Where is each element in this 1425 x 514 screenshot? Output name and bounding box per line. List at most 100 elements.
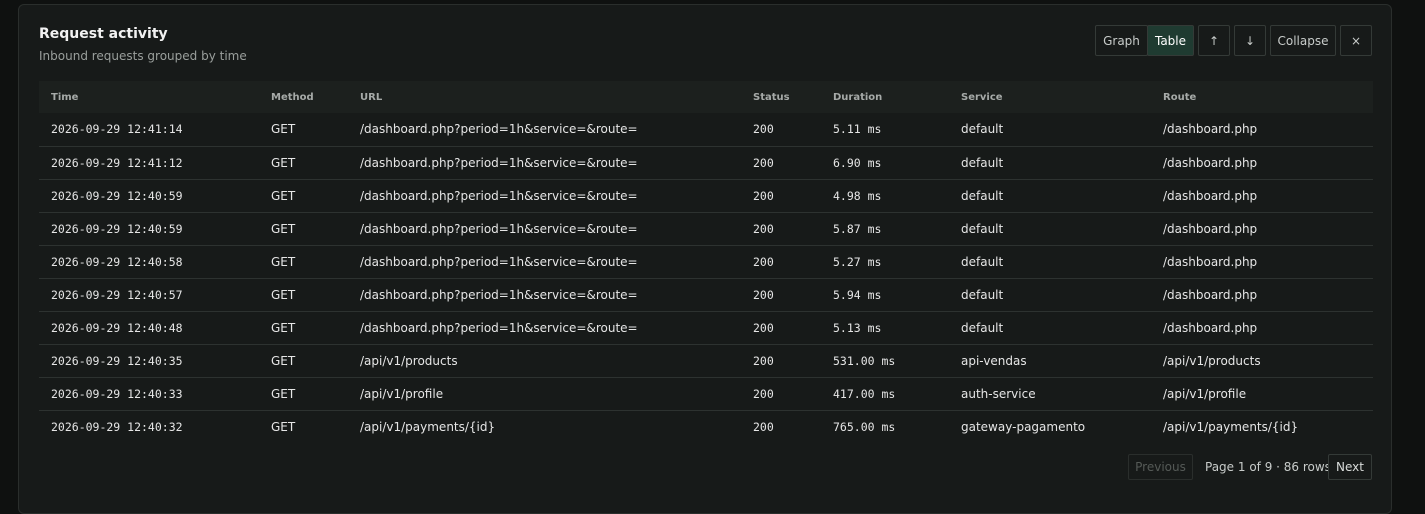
cell-time: 2026-09-29 12:40:33 — [51, 386, 183, 401]
cell-service: default — [961, 320, 1004, 335]
cell-route: /dashboard.php — [1163, 122, 1258, 137]
cell-service: api-vendas — [961, 353, 1027, 368]
cell-url: /api/v1/profile — [360, 386, 444, 401]
cell-method: GET — [271, 221, 296, 236]
next-page-button[interactable]: Next — [1328, 454, 1372, 480]
cell-time: 2026-09-29 12:40:59 — [51, 188, 183, 203]
cell-route: /dashboard.php — [1163, 155, 1258, 170]
collapse-button[interactable]: Collapse — [1270, 25, 1336, 56]
view-toolbar: Graph Table ↑ ↓ Collapse × — [1095, 25, 1372, 56]
move-up-button[interactable]: ↑ — [1198, 25, 1230, 56]
cell-method: GET — [271, 386, 296, 401]
cell-service: default — [961, 254, 1004, 269]
close-icon: × — [1350, 33, 1362, 48]
cell-duration: 6.90 ms — [833, 155, 882, 170]
cell-duration: 5.27 ms — [833, 254, 882, 269]
cell-time: 2026-09-29 12:40:35 — [51, 353, 183, 368]
cell-status: 200 — [753, 386, 774, 401]
cell-status: 200 — [753, 122, 774, 137]
cell-service: default — [961, 188, 1004, 203]
arrow-up-icon: ↑ — [1208, 33, 1220, 48]
graph-view-button[interactable]: Graph — [1095, 25, 1148, 56]
cell-url: /dashboard.php?period=1h&service=&route= — [360, 188, 638, 203]
cell-duration: 5.11 ms — [833, 122, 882, 137]
requests-table: Time Method URL Status Duration Service … — [39, 81, 1373, 443]
cell-status: 200 — [753, 287, 774, 302]
cell-duration: 5.87 ms — [833, 221, 882, 236]
arrow-down-icon: ↓ — [1244, 33, 1256, 48]
cell-service: default — [961, 122, 1004, 137]
cell-method: GET — [271, 353, 296, 368]
cell-method: GET — [271, 320, 296, 335]
cell-status: 200 — [753, 221, 774, 236]
cell-status: 200 — [753, 353, 774, 368]
table-row[interactable]: 2026-09-29 12:40:32 GET /api/v1/payments… — [39, 410, 1373, 443]
table-view-button[interactable]: Table — [1147, 25, 1194, 56]
cell-method: GET — [271, 155, 296, 170]
cell-service: default — [961, 287, 1004, 302]
previous-page-button[interactable]: Previous — [1128, 454, 1193, 480]
column-header-service[interactable]: Service — [961, 81, 1163, 113]
cell-url: /dashboard.php?period=1h&service=&route= — [360, 122, 638, 137]
cell-time: 2026-09-29 12:40:57 — [51, 287, 183, 302]
cell-route: /dashboard.php — [1163, 188, 1258, 203]
cell-time: 2026-09-29 12:41:14 — [51, 122, 183, 137]
cell-service: default — [961, 155, 1004, 170]
cell-route: /dashboard.php — [1163, 287, 1258, 302]
cell-service: auth-service — [961, 386, 1036, 401]
panel-subtitle: Inbound requests grouped by time — [39, 49, 247, 63]
cell-method: GET — [271, 254, 296, 269]
cell-url: /dashboard.php?period=1h&service=&route= — [360, 254, 638, 269]
table-row[interactable]: 2026-09-29 12:40:48 GET /dashboard.php?p… — [39, 311, 1373, 344]
cell-method: GET — [271, 419, 296, 434]
column-header-time[interactable]: Time — [39, 81, 271, 113]
requests-table-container: Time Method URL Status Duration Service … — [39, 81, 1373, 443]
cell-duration: 417.00 ms — [833, 386, 896, 401]
cell-url: /api/v1/products — [360, 353, 458, 368]
cell-service: gateway-pagamento — [961, 419, 1086, 434]
table-row[interactable]: 2026-09-29 12:40:59 GET /dashboard.php?p… — [39, 179, 1373, 212]
cell-status: 200 — [753, 155, 774, 170]
cell-method: GET — [271, 287, 296, 302]
request-activity-panel: Request activity Inbound requests groupe… — [18, 4, 1392, 514]
cell-duration: 531.00 ms — [833, 353, 896, 368]
cell-route: /dashboard.php — [1163, 320, 1258, 335]
column-header-route[interactable]: Route — [1163, 81, 1373, 113]
cell-time: 2026-09-29 12:41:12 — [51, 155, 183, 170]
cell-duration: 765.00 ms — [833, 419, 896, 434]
cell-status: 200 — [753, 254, 774, 269]
cell-route: /api/v1/products — [1163, 353, 1261, 368]
column-header-method[interactable]: Method — [271, 81, 360, 113]
table-row[interactable]: 2026-09-29 12:40:57 GET /dashboard.php?p… — [39, 278, 1373, 311]
pagination: Previous Page 1 of 9 · 86 rows Next — [1128, 454, 1372, 480]
table-row[interactable]: 2026-09-29 12:40:33 GET /api/v1/profile … — [39, 377, 1373, 410]
cell-url: /api/v1/payments/{id} — [360, 419, 496, 434]
move-down-button[interactable]: ↓ — [1234, 25, 1266, 56]
cell-url: /dashboard.php?period=1h&service=&route= — [360, 155, 638, 170]
panel-title: Request activity — [39, 26, 168, 42]
cell-duration: 4.98 ms — [833, 188, 882, 203]
cell-time: 2026-09-29 12:40:32 — [51, 419, 183, 434]
close-button[interactable]: × — [1340, 25, 1372, 56]
table-row[interactable]: 2026-09-29 12:40:35 GET /api/v1/products… — [39, 344, 1373, 377]
cell-status: 200 — [753, 419, 774, 434]
cell-url: /dashboard.php?period=1h&service=&route= — [360, 221, 638, 236]
column-header-status[interactable]: Status — [753, 81, 833, 113]
table-row[interactable]: 2026-09-29 12:41:14 GET /dashboard.php?p… — [39, 113, 1373, 146]
cell-url: /dashboard.php?period=1h&service=&route= — [360, 287, 638, 302]
cell-status: 200 — [753, 320, 774, 335]
cell-url: /dashboard.php?period=1h&service=&route= — [360, 320, 638, 335]
table-row[interactable]: 2026-09-29 12:40:59 GET /dashboard.php?p… — [39, 212, 1373, 245]
cell-time: 2026-09-29 12:40:59 — [51, 221, 183, 236]
cell-route: /dashboard.php — [1163, 254, 1258, 269]
column-header-duration[interactable]: Duration — [833, 81, 961, 113]
cell-time: 2026-09-29 12:40:58 — [51, 254, 183, 269]
table-row[interactable]: 2026-09-29 12:40:58 GET /dashboard.php?p… — [39, 245, 1373, 278]
column-header-url[interactable]: URL — [360, 81, 753, 113]
table-row[interactable]: 2026-09-29 12:41:12 GET /dashboard.php?p… — [39, 146, 1373, 179]
cell-method: GET — [271, 122, 296, 137]
cell-duration: 5.94 ms — [833, 287, 882, 302]
cell-status: 200 — [753, 188, 774, 203]
cell-service: default — [961, 221, 1004, 236]
cell-duration: 5.13 ms — [833, 320, 882, 335]
